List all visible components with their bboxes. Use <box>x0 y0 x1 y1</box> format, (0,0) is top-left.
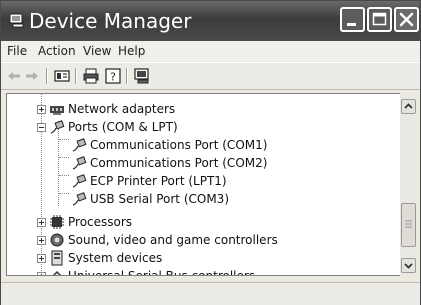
port-icon <box>72 174 87 188</box>
grip-icon <box>405 220 412 228</box>
back-icon[interactable] <box>5 67 23 85</box>
port-icon <box>50 120 65 134</box>
device-tree[interactable]: Network adapters Ports (COM & LPT) Commu… <box>6 93 402 276</box>
menu-view[interactable]: View <box>83 44 111 58</box>
tree-item-com1[interactable]: Communications Port (COM1) <box>7 136 401 154</box>
menu-file[interactable]: File <box>7 44 27 58</box>
minimize-icon <box>347 23 356 26</box>
maximize-icon <box>372 12 387 26</box>
menu-help[interactable]: Help <box>118 44 145 58</box>
title-bar[interactable]: Device Manager <box>1 1 420 41</box>
toolbar-separator <box>75 68 77 84</box>
sound-icon <box>50 233 64 247</box>
usb-icon <box>52 270 62 275</box>
port-icon <box>72 138 87 152</box>
scroll-up-button[interactable] <box>401 99 416 114</box>
close-button[interactable] <box>394 7 419 32</box>
tree-item-label: Network adapters <box>68 102 176 116</box>
tree-item-label: System devices <box>68 251 163 265</box>
collapse-icon[interactable] <box>37 123 46 132</box>
tree-item-label: Ports (COM & LPT) <box>68 120 178 134</box>
tree-item-processors[interactable]: Processors <box>7 213 401 231</box>
help-icon[interactable]: ? <box>104 67 122 85</box>
scan-hardware-icon[interactable] <box>133 67 151 85</box>
tree-item-label: Processors <box>68 215 133 229</box>
chevron-down-icon <box>404 263 413 269</box>
expand-icon[interactable] <box>37 254 46 263</box>
tree-item-label: ECP Printer Port (LPT1) <box>90 174 227 188</box>
tree-item-label: Communications Port (COM1) <box>90 138 268 152</box>
network-adapter-icon <box>50 106 64 115</box>
chevron-up-icon <box>404 103 413 109</box>
tree-item-usb-controllers[interactable]: Universal Serial Bus controllers <box>7 267 401 276</box>
menu-bar: File Action View Help <box>1 41 420 61</box>
forward-icon[interactable] <box>23 67 41 85</box>
device-manager-window: Device Manager File Action View Help ? N… <box>0 0 421 305</box>
tree-item-system-devices[interactable]: System devices <box>7 249 401 267</box>
toolbar-separator <box>46 68 48 84</box>
expand-icon[interactable] <box>37 218 46 227</box>
menu-action[interactable]: Action <box>38 44 76 58</box>
port-icon <box>72 192 87 206</box>
expand-icon[interactable] <box>37 105 46 114</box>
tree-item-label: USB Serial Port (COM3) <box>90 192 229 206</box>
tree-item-lpt1[interactable]: ECP Printer Port (LPT1) <box>7 172 401 190</box>
tree-item-ports[interactable]: Ports (COM & LPT) <box>7 118 401 136</box>
processor-icon <box>50 215 64 229</box>
minimize-button[interactable] <box>340 7 365 32</box>
svg-text:?: ? <box>110 71 116 84</box>
scroll-thumb[interactable] <box>401 203 416 247</box>
system-device-icon <box>51 250 63 266</box>
tree-item-label: Communications Port (COM2) <box>90 156 268 170</box>
tree-item-label: Sound, video and game controllers <box>68 233 278 247</box>
window-title: Device Manager <box>29 9 192 33</box>
print-icon[interactable] <box>82 67 100 85</box>
port-icon <box>72 156 87 170</box>
tree-item-label: Universal Serial Bus controllers <box>68 269 256 276</box>
toolbar: ? <box>1 62 420 90</box>
device-manager-icon <box>9 13 24 28</box>
maximize-button[interactable] <box>367 7 392 32</box>
expand-icon[interactable] <box>37 272 46 275</box>
status-bar <box>1 282 420 305</box>
close-icon <box>399 12 414 27</box>
tree-item-sound-video-game[interactable]: Sound, video and game controllers <box>7 231 401 249</box>
expand-icon[interactable] <box>37 236 46 245</box>
properties-icon[interactable] <box>53 67 71 85</box>
vertical-scrollbar[interactable] <box>400 93 417 276</box>
toolbar-separator <box>126 68 128 84</box>
tree-item-com2[interactable]: Communications Port (COM2) <box>7 154 401 172</box>
tree-item-network-adapters[interactable]: Network adapters <box>7 100 401 118</box>
tree-item-com3[interactable]: USB Serial Port (COM3) <box>7 190 401 208</box>
scroll-down-button[interactable] <box>401 258 416 273</box>
